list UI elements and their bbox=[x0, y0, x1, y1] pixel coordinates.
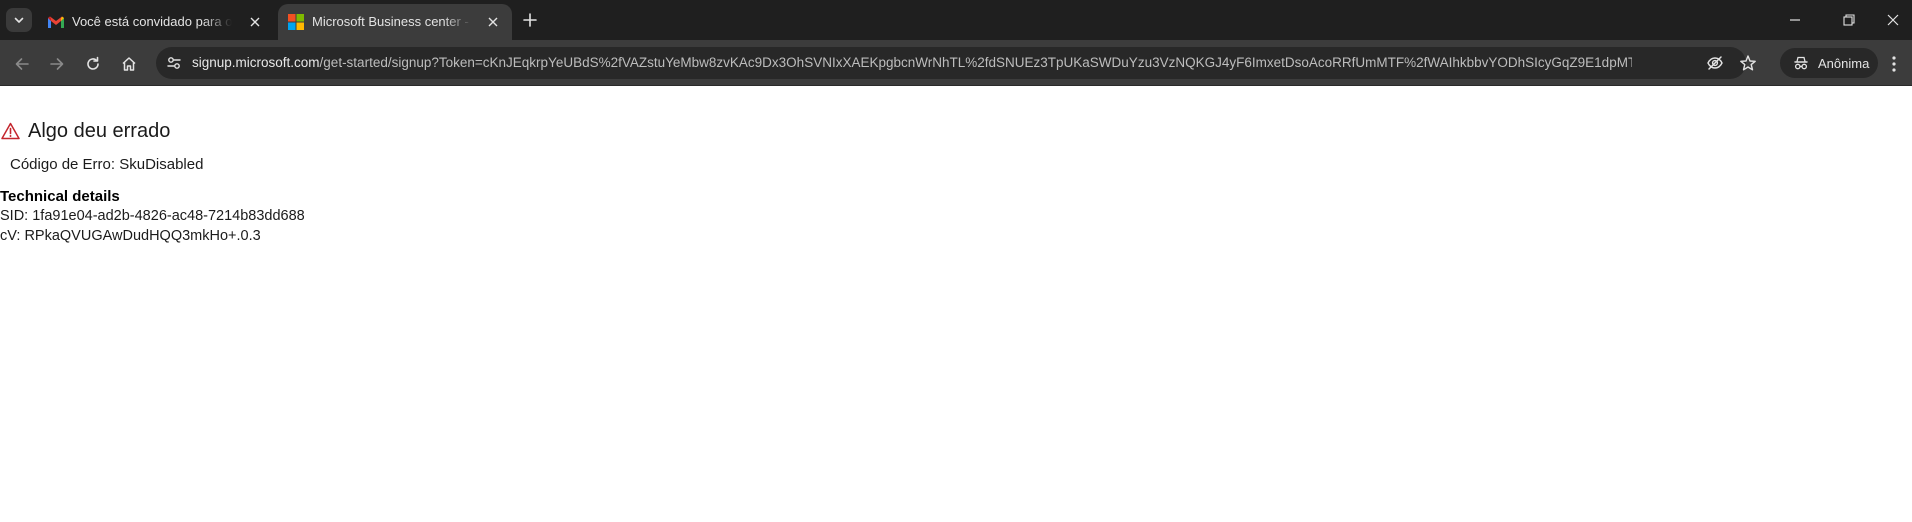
close-tab-icon[interactable] bbox=[246, 13, 264, 31]
new-tab-button[interactable] bbox=[518, 8, 542, 32]
tab-search-button[interactable] bbox=[6, 8, 32, 32]
page-content: Algo deu errado Código de Erro: SkuDisab… bbox=[0, 86, 1912, 522]
back-button[interactable] bbox=[9, 51, 35, 77]
incognito-profile-button[interactable]: Anônima bbox=[1780, 48, 1878, 78]
technical-details-heading: Technical details bbox=[0, 188, 120, 205]
restore-icon bbox=[1843, 14, 1855, 26]
tab-gmail[interactable]: Você está convidado para o Microsoft bbox=[38, 4, 274, 40]
browser-menu-button[interactable] bbox=[1882, 51, 1906, 77]
tab-strip: Você está convidado para o Microsoft Mic… bbox=[0, 0, 1912, 40]
star-icon bbox=[1740, 55, 1756, 71]
tab-title: Você está convidado para o Microsoft bbox=[72, 14, 232, 29]
error-heading: Algo deu errado bbox=[0, 118, 170, 144]
eye-off-icon bbox=[1707, 56, 1723, 70]
minimize-icon bbox=[1790, 19, 1800, 21]
chevron-down-icon bbox=[14, 17, 24, 23]
url-path: /get-started/signup?Token=cKnJEqkrpYeUBd… bbox=[319, 55, 1632, 70]
gmail-icon bbox=[48, 16, 64, 28]
restore-button[interactable] bbox=[1826, 0, 1872, 40]
close-icon bbox=[1887, 14, 1899, 26]
profile-label: Anônima bbox=[1818, 55, 1870, 71]
bookmark-button[interactable] bbox=[1737, 52, 1759, 74]
tracking-protection-button[interactable] bbox=[1704, 52, 1726, 74]
close-tab-icon[interactable] bbox=[484, 13, 502, 31]
tab-title: Microsoft Business center - Inscrição bbox=[312, 14, 472, 29]
reload-icon bbox=[87, 56, 99, 70]
home-button[interactable] bbox=[116, 51, 142, 77]
cv-value: cV: RPkaQVUGAwDudHQQ3mkHo+.0.3 bbox=[0, 228, 261, 244]
browser-toolbar: signup.microsoft.com/get-started/signup?… bbox=[0, 40, 1912, 86]
error-code: Código de Erro: SkuDisabled bbox=[10, 156, 204, 173]
close-window-button[interactable] bbox=[1870, 0, 1912, 40]
forward-button[interactable] bbox=[44, 51, 70, 77]
more-vertical-icon bbox=[1892, 56, 1896, 72]
reload-button[interactable] bbox=[80, 51, 106, 77]
address-bar[interactable]: signup.microsoft.com/get-started/signup?… bbox=[156, 47, 1756, 79]
minimize-button[interactable] bbox=[1772, 0, 1818, 40]
home-icon bbox=[122, 57, 136, 71]
tab-microsoft-business[interactable]: Microsoft Business center - Inscrição bbox=[278, 4, 512, 40]
url-host: signup.microsoft.com bbox=[192, 55, 320, 70]
error-title: Algo deu errado bbox=[28, 119, 171, 142]
microsoft-icon bbox=[288, 14, 304, 30]
url-text[interactable]: signup.microsoft.com/get-started/signup?… bbox=[192, 47, 1632, 79]
site-info-button[interactable] bbox=[162, 51, 186, 75]
incognito-icon bbox=[1792, 54, 1810, 72]
sid-value: SID: 1fa91e04-ad2b-4826-ac48-7214b83dd68… bbox=[0, 208, 305, 224]
arrow-right-icon bbox=[50, 58, 64, 70]
tune-icon bbox=[167, 57, 181, 69]
warning-icon bbox=[0, 121, 20, 141]
arrow-left-icon bbox=[15, 58, 29, 70]
plus-icon bbox=[523, 13, 537, 27]
